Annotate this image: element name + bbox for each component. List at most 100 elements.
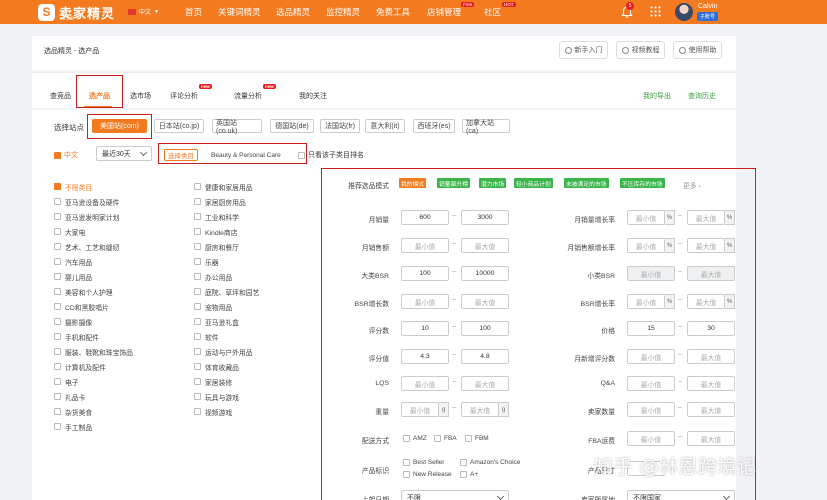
category-item[interactable]: CD和黑胶唱片 [54, 299, 133, 314]
site-es[interactable]: 西班牙(es) [413, 119, 455, 133]
category-checkbox[interactable] [194, 393, 201, 400]
nav-monitor[interactable]: 监控精灵 [326, 6, 360, 18]
category-checkbox[interactable] [54, 288, 61, 295]
category-checkbox[interactable] [194, 243, 201, 250]
category-checkbox[interactable] [54, 198, 61, 205]
my-export-link[interactable]: 我的导出 [643, 91, 671, 101]
category-item[interactable]: 视频游戏 [194, 404, 259, 419]
tab-traffic-analysis[interactable]: 流量分析 new [234, 84, 276, 101]
category-item[interactable]: 厨房和餐厅 [194, 239, 259, 254]
nav-product[interactable]: 选品精灵 [276, 6, 310, 18]
site-it[interactable]: 意大利(it) [365, 119, 405, 133]
chinese-toggle[interactable]: 中文 [54, 148, 78, 162]
query-history-link[interactable]: 查询历史 [688, 91, 716, 101]
only-subcategory-toggle[interactable]: 只看该子类目排名 [298, 148, 364, 162]
category-item[interactable]: 软件 [194, 329, 259, 344]
nav-store[interactable]: 店铺管理 Free [427, 2, 475, 18]
brand-logo[interactable]: S 卖家精灵 [38, 1, 115, 23]
chinese-checkbox[interactable] [54, 151, 61, 159]
category-item[interactable]: 礼品卡 [54, 389, 133, 404]
category-checkbox[interactable] [54, 393, 61, 400]
category-checkbox[interactable] [194, 378, 201, 385]
category-checkbox[interactable] [54, 258, 61, 265]
category-checkbox[interactable] [194, 318, 201, 325]
category-checkbox[interactable] [194, 273, 201, 280]
tab-market[interactable]: 选市场 [130, 91, 151, 101]
nav-home[interactable]: 首页 [185, 6, 202, 18]
category-item[interactable]: 摄影摄像 [54, 314, 133, 329]
user-name[interactable]: Calvin [698, 3, 717, 10]
category-checkbox[interactable] [194, 333, 201, 340]
beginner-guide-button[interactable]: 新手入门 [559, 41, 608, 59]
category-item[interactable]: 亚马逊设备及硬件 [54, 194, 133, 209]
category-item[interactable]: 电子 [54, 374, 133, 389]
help-button[interactable]: 使用帮助 [673, 41, 722, 59]
category-item[interactable]: 手机和配件 [54, 329, 133, 344]
site-uk[interactable]: 英国站(co.uk) [212, 119, 262, 135]
tab-my-follows[interactable]: 我的关注 [299, 91, 327, 101]
avatar[interactable] [675, 3, 693, 21]
category-checkbox[interactable] [54, 348, 61, 355]
category-item[interactable]: 美容和个人护理 [54, 284, 133, 299]
category-checkbox[interactable] [54, 408, 61, 415]
category-checkbox[interactable] [194, 408, 201, 415]
category-item[interactable]: 家居装修 [194, 374, 259, 389]
category-item[interactable]: 艺术、工艺和缝纫 [54, 239, 133, 254]
tab-review-analysis[interactable]: 评论分析 new [170, 84, 212, 101]
category-checkbox[interactable] [54, 213, 61, 220]
category-item[interactable]: 运动与户外用品 [194, 344, 259, 359]
category-checkbox[interactable] [194, 198, 201, 205]
category-item[interactable]: 不限类目 [54, 179, 133, 194]
category-item[interactable]: 玩具与游戏 [194, 389, 259, 404]
category-item[interactable]: 汽车用品 [54, 254, 133, 269]
category-checkbox[interactable] [54, 423, 61, 430]
category-item[interactable]: 服装、鞋靴和珠宝饰品 [54, 344, 133, 359]
site-de[interactable]: 德国站(de) [270, 119, 314, 133]
category-item[interactable]: 大家电 [54, 224, 133, 239]
category-checkbox[interactable] [194, 228, 201, 235]
category-checkbox[interactable] [194, 348, 201, 355]
site-fr[interactable]: 法国站(fr) [320, 119, 360, 133]
category-item[interactable]: 亚马逊礼盒 [194, 314, 259, 329]
category-checkbox[interactable] [54, 273, 61, 280]
category-checkbox[interactable] [194, 213, 201, 220]
category-item[interactable]: 婴儿用品 [54, 269, 133, 284]
category-checkbox[interactable] [194, 363, 201, 370]
category-item[interactable]: 体育收藏品 [194, 359, 259, 374]
category-checkbox[interactable] [54, 333, 61, 340]
category-item[interactable]: 乐器 [194, 254, 259, 269]
site-ca[interactable]: 加拿大站(ca) [462, 119, 510, 135]
period-select[interactable]: 最近30天 [96, 146, 152, 161]
category-item[interactable]: 庭院、草坪和园艺 [194, 284, 259, 299]
category-checkbox[interactable] [54, 363, 61, 370]
category-checkbox[interactable] [194, 288, 201, 295]
category-item[interactable]: 家居厨房用品 [194, 194, 259, 209]
category-checkbox[interactable] [194, 303, 201, 310]
category-checkbox[interactable] [54, 183, 61, 190]
category-item[interactable]: 亚马逊发明家计划 [54, 209, 133, 224]
category-item[interactable]: 健康和家居用品 [194, 179, 259, 194]
category-item[interactable]: 手工制品 [54, 419, 133, 434]
category-checkbox[interactable] [194, 258, 201, 265]
site-jp[interactable]: 日本站(co.jp) [154, 119, 204, 133]
tab-competitor[interactable]: 查竞品 [50, 91, 71, 101]
nav-free-tools[interactable]: 免费工具 [376, 6, 410, 18]
category-item[interactable]: 宠物用品 [194, 299, 259, 314]
video-tutorial-button[interactable]: 视频教程 [616, 41, 665, 59]
nav-keyword[interactable]: 关键词精灵 [218, 6, 261, 18]
category-item[interactable]: 工业和科学 [194, 209, 259, 224]
category-item[interactable]: 杂货美食 [54, 404, 133, 419]
category-label: 亚马逊设备及硬件 [65, 199, 120, 207]
category-checkbox[interactable] [194, 183, 201, 190]
apps-grid-icon[interactable] [650, 6, 661, 17]
category-checkbox[interactable] [54, 378, 61, 385]
category-item[interactable]: Kindle商店 [194, 224, 259, 239]
category-item[interactable]: 计算机及配件 [54, 359, 133, 374]
category-item[interactable]: 办公用品 [194, 269, 259, 284]
language-switch[interactable]: 中文 ▼ [128, 7, 159, 16]
nav-community[interactable]: 社区 HOT [484, 2, 516, 18]
category-checkbox[interactable] [54, 243, 61, 250]
category-checkbox[interactable] [54, 228, 61, 235]
category-checkbox[interactable] [54, 318, 61, 325]
category-checkbox[interactable] [54, 303, 61, 310]
